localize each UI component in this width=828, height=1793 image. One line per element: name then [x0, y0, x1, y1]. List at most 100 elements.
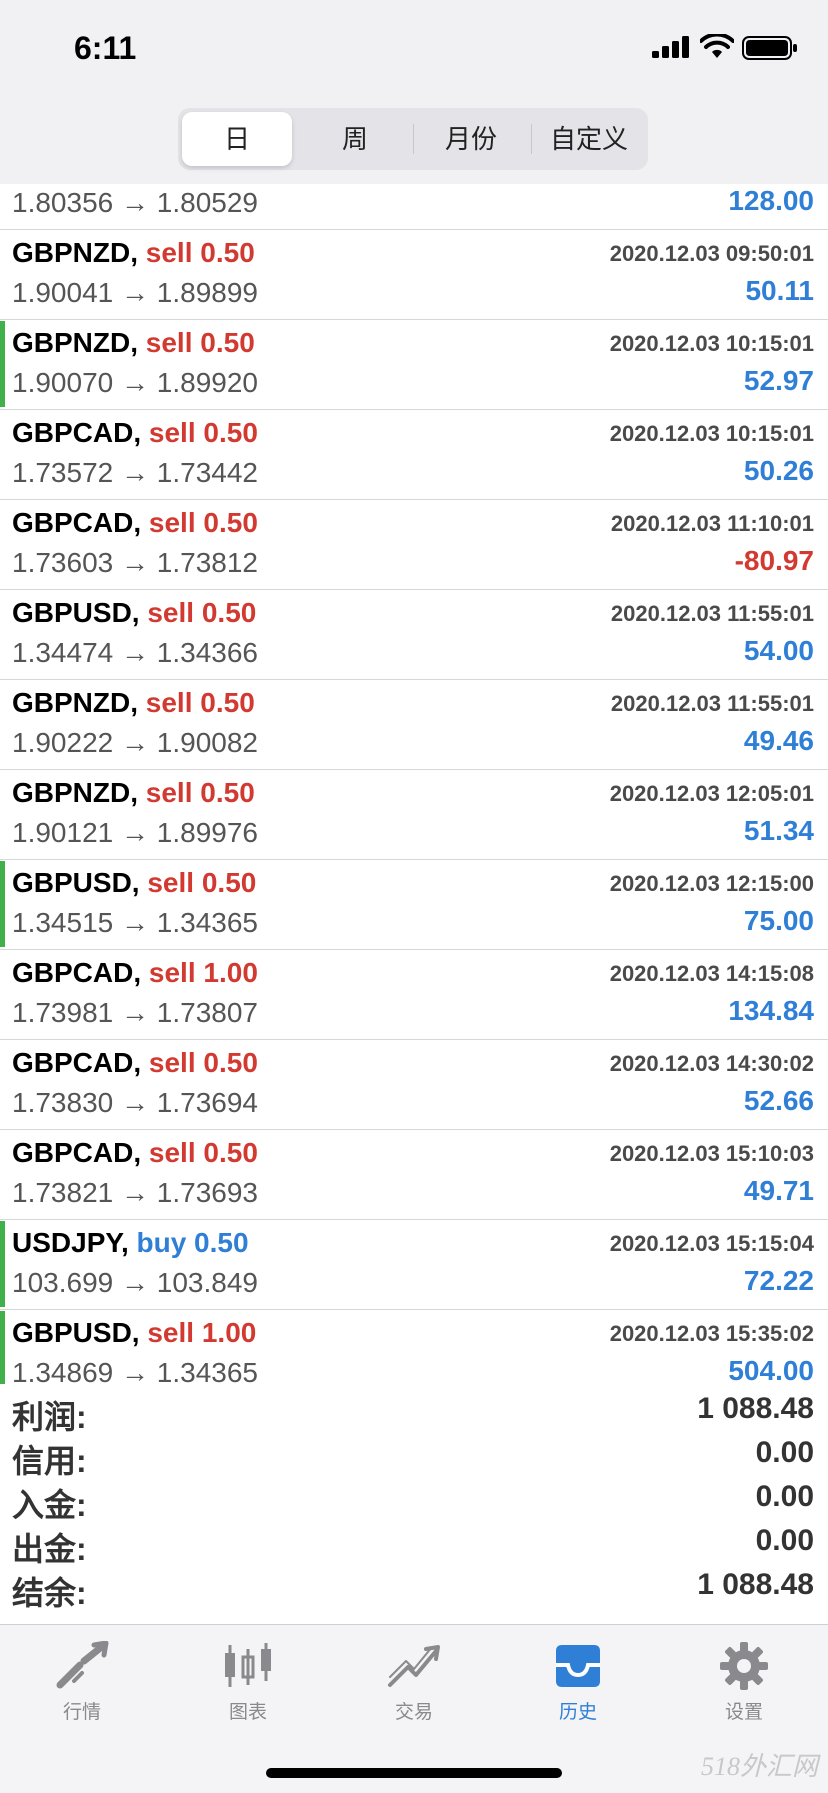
trade-prices: 1.73821 → 1.73693 — [12, 1177, 258, 1208]
trade-profit: 51.34 — [743, 815, 814, 846]
trade-profit: 54.00 — [743, 635, 814, 666]
trade-symbol: GBPCAD, sell 0.50 — [12, 507, 258, 539]
trade-side: buy 0.50 — [136, 1227, 249, 1258]
trade-profit: 134.84 — [728, 995, 814, 1026]
trade-row-partial[interactable]: 1.80356 → 1.80529 128.00 — [0, 184, 828, 230]
trade-side: sell 1.00 — [147, 1317, 257, 1348]
open-marker-bar — [0, 861, 5, 947]
trade-side: sell 0.50 — [148, 1137, 258, 1168]
symbol-name: GBPUSD, — [12, 1317, 140, 1348]
trade-prices: 1.34869 → 1.34365 — [12, 1357, 258, 1384]
trade-prices: 1.73981 → 1.73807 — [12, 997, 258, 1028]
trade-symbol: GBPCAD, sell 0.50 — [12, 417, 258, 449]
tab-settings[interactable]: 设置 — [684, 1641, 804, 1741]
trade-datetime: 2020.12.03 09:50:01 — [609, 241, 814, 266]
trade-row[interactable]: GBPUSD, sell 1.00 2020.12.03 15:35:02 1.34… — [0, 1309, 828, 1384]
trade-prices: 1.90041 → 1.89899 — [12, 277, 258, 308]
tab-label: 交易 — [394, 1702, 433, 1723]
trade-prices: 1.90070 → 1.89920 — [12, 367, 258, 398]
quotes-icon — [56, 1641, 109, 1689]
trade-row[interactable]: GBPNZD, sell 0.50 2020.12.03 11:55:01 1.90… — [0, 679, 828, 770]
trade-datetime: 2020.12.03 10:15:01 — [609, 421, 814, 446]
trade-prices: 1.80356 → 1.80529 — [12, 187, 258, 218]
symbol-name: USDJPY, — [12, 1227, 129, 1258]
summary-label: 利润: — [12, 1399, 87, 1435]
battery-icon — [742, 36, 797, 60]
trade-profit: 128.00 — [728, 185, 814, 216]
trade-symbol: GBPCAD, sell 0.50 — [12, 1137, 258, 1169]
trade-row[interactable]: GBPNZD, sell 0.50 2020.12.03 09:50:01 1.90… — [0, 229, 828, 320]
symbol-name: GBPCAD, — [12, 417, 142, 448]
tab-label: 设置 — [724, 1702, 763, 1723]
home-indicator[interactable] — [266, 1768, 562, 1778]
trade-datetime: 2020.12.03 15:15:04 — [609, 1231, 814, 1256]
watermark-text: 518外汇网 — [700, 1752, 818, 1781]
tab-label: 行情 — [62, 1702, 101, 1723]
trade-symbol: GBPCAD, sell 1.00 — [12, 957, 258, 989]
trade-row[interactable]: GBPCAD, sell 0.50 2020.12.03 11:10:01 1.73… — [0, 499, 828, 590]
chart-icon — [225, 1643, 271, 1687]
summary-label: 结余: — [12, 1575, 87, 1611]
symbol-name: GBPNZD, — [12, 687, 138, 718]
symbol-name: GBPUSD, — [12, 867, 140, 898]
trade-profit: 50.26 — [743, 455, 814, 486]
trade-prices: 1.73603 → 1.73812 — [12, 547, 258, 578]
trade-symbol: GBPUSD, sell 0.50 — [12, 867, 256, 899]
trade-row[interactable]: GBPNZD, sell 0.50 2020.12.03 12:05:01 1.90… — [0, 769, 828, 860]
trade-datetime: 2020.12.03 11:55:01 — [610, 601, 814, 626]
tab-quotes[interactable]: 行情 — [22, 1641, 142, 1741]
open-marker-bar — [0, 1311, 5, 1384]
tab-trade[interactable]: 交易 — [354, 1641, 474, 1741]
trade-prices: 1.73572 → 1.73442 — [12, 457, 258, 488]
trade-row[interactable]: USDJPY, buy 0.50 2020.12.03 15:15:04 103.6… — [0, 1219, 828, 1310]
trade-side: sell 0.50 — [147, 867, 257, 898]
trade-symbol: GBPNZD, sell 0.50 — [12, 687, 255, 719]
trade-symbol: GBPCAD, sell 0.50 — [12, 1047, 258, 1079]
trade-icon — [388, 1645, 440, 1687]
trade-row[interactable]: GBPCAD, sell 1.00 2020.12.03 14:15:08 1.73… — [0, 949, 828, 1040]
history-icon — [556, 1645, 600, 1687]
trade-datetime: 2020.12.03 12:15:00 — [609, 871, 814, 896]
trade-row[interactable]: GBPUSD, sell 0.50 2020.12.03 12:15:00 1.34… — [0, 859, 828, 950]
summary-value: 0.00 — [755, 1524, 814, 1557]
trade-prices: 1.90222 → 1.90082 — [12, 727, 258, 758]
trade-row[interactable]: GBPUSD, sell 0.50 2020.12.03 11:55:01 1.34… — [0, 589, 828, 680]
trade-row[interactable]: GBPNZD, sell 0.50 2020.12.03 10:15:01 1.90… — [0, 319, 828, 410]
trade-row[interactable]: GBPCAD, sell 0.50 2020.12.03 10:15:01 1.73… — [0, 409, 828, 500]
segment-week[interactable]: 周 — [300, 112, 410, 166]
open-marker-bar — [0, 321, 5, 407]
trade-side: sell 0.50 — [145, 237, 255, 268]
trade-prices: 1.90121 → 1.89976 — [12, 817, 258, 848]
summary-label: 信用: — [12, 1443, 87, 1479]
trade-datetime: 2020.12.03 11:55:01 — [610, 691, 814, 716]
open-marker-bar — [0, 1221, 5, 1307]
segment-divider — [413, 124, 414, 154]
tab-history[interactable]: 历史 — [518, 1641, 638, 1741]
summary-profit: 利润: 1 088.48 — [0, 1392, 828, 1436]
trade-row[interactable]: GBPCAD, sell 0.50 2020.12.03 14:30:02 1.73… — [0, 1039, 828, 1130]
cellular-signal-icon — [652, 36, 689, 58]
summary-withdrawal: 出金: 0.00 — [0, 1524, 828, 1568]
status-time: 6:11 — [74, 30, 137, 66]
segment-month[interactable]: 月份 — [416, 112, 526, 166]
trade-history-list[interactable]: 1.80356 → 1.80529 128.00 GBPNZD, sell 0.… — [0, 184, 828, 1384]
settings-icon — [720, 1642, 768, 1690]
trade-profit: -80.97 — [734, 545, 814, 576]
trade-row[interactable]: GBPCAD, sell 0.50 2020.12.03 15:10:03 1.73… — [0, 1129, 828, 1220]
symbol-name: GBPCAD, — [12, 507, 142, 538]
trade-profit: 75.00 — [743, 905, 814, 936]
trade-profit: 72.22 — [743, 1265, 814, 1296]
trade-side: sell 0.50 — [147, 597, 257, 628]
trade-prices: 1.34515 → 1.34365 — [12, 907, 258, 938]
trade-symbol: GBPUSD, sell 0.50 — [12, 597, 256, 629]
segment-day[interactable]: 日 — [182, 112, 292, 166]
symbol-name: GBPNZD, — [12, 237, 138, 268]
summary-label: 出金: — [12, 1531, 87, 1567]
trade-prices: 1.73830 → 1.73694 — [12, 1087, 258, 1118]
tab-charts[interactable]: 图表 — [188, 1641, 308, 1741]
summary-value: 1 088.48 — [697, 1392, 814, 1425]
segment-custom[interactable]: 自定义 — [534, 112, 644, 166]
trade-side: sell 0.50 — [145, 777, 255, 808]
tab-label: 图表 — [228, 1702, 267, 1723]
trade-symbol: GBPNZD, sell 0.50 — [12, 237, 255, 269]
